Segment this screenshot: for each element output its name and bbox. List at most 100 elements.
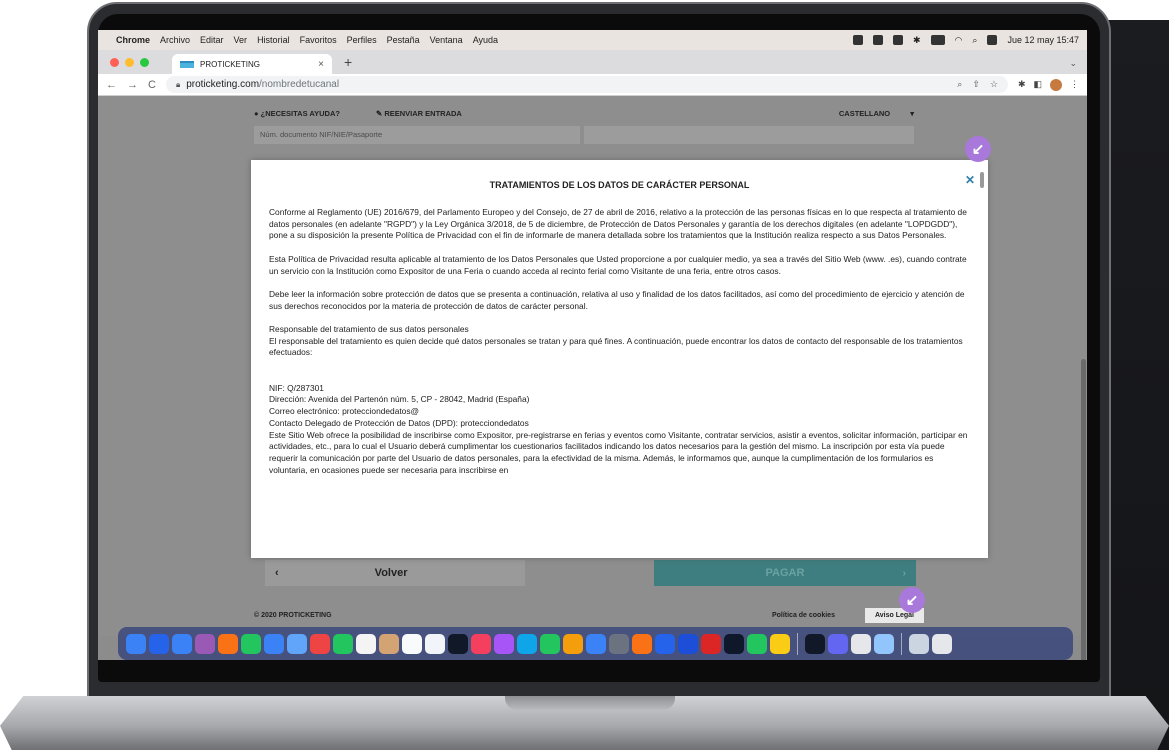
toolbar-right: ✱ ◧ ⋮ <box>1018 78 1079 91</box>
status-app-icon[interactable] <box>872 35 883 45</box>
dock-app-icon[interactable] <box>241 633 261 654</box>
menu-app-name[interactable]: Chrome <box>116 35 150 45</box>
nif-line: NIF: Q/287301 <box>269 382 324 393</box>
dock-app-icon[interactable] <box>563 633 583 654</box>
bluetooth-icon[interactable]: ✱ <box>913 35 921 46</box>
bookmark-star-icon[interactable]: ☆ <box>990 79 998 90</box>
wifi-icon[interactable]: ◠ <box>955 35 963 46</box>
dock-app-icon[interactable] <box>425 633 445 654</box>
dock-app-icon[interactable] <box>149 633 169 654</box>
status-app-icon[interactable] <box>892 35 903 45</box>
dock-app-icon[interactable] <box>724 633 744 654</box>
dock-app-icon[interactable] <box>770 633 790 654</box>
search-icon[interactable]: ⌕ <box>957 79 962 90</box>
url-host: proticketing.com <box>186 79 260 90</box>
dpd-line: Contacto Delegado de Protección de Datos… <box>269 417 529 428</box>
dock-app-icon[interactable] <box>356 633 376 654</box>
share-icon[interactable]: ⇧ <box>972 79 980 90</box>
tab-close-icon[interactable]: × <box>318 59 324 70</box>
menu-item-favoritos[interactable]: Favoritos <box>300 35 337 45</box>
dock-app-icon[interactable] <box>828 633 848 654</box>
lock-icon[interactable]: 🔒︎ <box>176 80 180 90</box>
menu-item-historial[interactable]: Historial <box>257 35 290 45</box>
minimize-window-button[interactable] <box>125 58 134 67</box>
dock-app-icon[interactable] <box>909 633 929 654</box>
clock[interactable]: Jue 12 may 15:47 <box>1007 35 1079 45</box>
menu-item-ayuda[interactable]: Ayuda <box>473 35 498 45</box>
side-panel-icon[interactable]: ◧ <box>1033 79 1042 90</box>
dock-app-icon[interactable] <box>851 633 871 654</box>
dock-app-icon[interactable] <box>172 633 192 654</box>
dock-app-icon[interactable] <box>874 633 894 654</box>
new-tab-button[interactable]: + <box>344 54 352 70</box>
dock-app-icon[interactable] <box>932 633 952 654</box>
more-menu-icon[interactable]: ⋮ <box>1070 79 1079 90</box>
dock-app-icon[interactable] <box>402 633 422 654</box>
close-window-button[interactable] <box>110 58 119 67</box>
back-button[interactable]: ‹ Volver <box>265 560 525 586</box>
dock-app-icon[interactable] <box>747 633 767 654</box>
dock-app-icon[interactable] <box>632 633 652 654</box>
profile-avatar[interactable] <box>1050 78 1062 91</box>
document-number-field[interactable]: Núm. documento NIF/NIE/Pasaporte <box>254 126 580 144</box>
extensions-icon[interactable]: ✱ <box>1018 79 1026 90</box>
dock-app-icon[interactable] <box>609 633 629 654</box>
email-line: Correo electrónico: protecciondedatos@ <box>269 406 420 417</box>
forward-icon[interactable]: → <box>127 79 138 91</box>
dock-app-icon[interactable] <box>517 633 537 654</box>
menu-item-editar[interactable]: Editar <box>200 35 224 45</box>
menu-item-pestana[interactable]: Pestaña <box>387 35 420 45</box>
modal-scrollbar[interactable] <box>980 172 984 188</box>
language-select[interactable]: CASTELLANO ▾ <box>839 109 914 118</box>
dock-app-icon[interactable] <box>805 633 825 654</box>
menubar-status-area: ✱ ◠ ⌕ Jue 12 may 15:47 <box>852 35 1079 46</box>
dock-app-icon[interactable] <box>310 633 330 654</box>
menu-item-perfiles[interactable]: Perfiles <box>347 35 377 45</box>
help-label: ¿NECESITAS AYUDA? <box>260 109 340 118</box>
dock-app-icon[interactable] <box>195 633 215 654</box>
modal-close-icon[interactable]: ✕ <box>965 173 975 187</box>
dock-app-icon[interactable] <box>218 633 238 654</box>
dock-app-icon[interactable] <box>264 633 284 654</box>
dock-app-icon[interactable] <box>126 633 146 654</box>
help-link[interactable]: ● ¿NECESITAS AYUDA? <box>254 109 358 118</box>
resend-label: REENVIAR ENTRADA <box>384 109 462 118</box>
dock-app-icon[interactable] <box>287 633 307 654</box>
resend-ticket-link[interactable]: ✎ REENVIAR ENTRADA <box>376 109 480 118</box>
dock-app-icon[interactable] <box>471 633 491 654</box>
dock-app-icon[interactable] <box>540 633 560 654</box>
dock-app-icon[interactable] <box>494 633 514 654</box>
page-top-strip: ● ¿NECESITAS AYUDA? ✎ REENVIAR ENTRADA C… <box>254 109 924 118</box>
spotlight-icon[interactable]: ⌕ <box>972 35 977 46</box>
menu-item-ventana[interactable]: Ventana <box>430 35 463 45</box>
battery-icon[interactable] <box>930 35 945 45</box>
dock <box>118 627 1073 660</box>
url-bar[interactable]: 🔒︎ proticketing.com/nombredetucanal ⌕ ⇧ … <box>165 76 1008 93</box>
control-center-icon[interactable] <box>987 35 998 45</box>
dock-app-icon[interactable] <box>678 633 698 654</box>
status-app-icon[interactable] <box>852 35 863 45</box>
menu-item-ver[interactable]: Ver <box>234 35 248 45</box>
dock-app-icon[interactable] <box>448 633 468 654</box>
cookies-policy-link[interactable]: Política de cookies <box>772 612 835 619</box>
form-field[interactable] <box>584 126 914 144</box>
arrow-down-left-icon: ↙ <box>899 587 925 613</box>
dock-separator <box>797 632 798 655</box>
dock-app-icon[interactable] <box>379 633 399 654</box>
site-favicon-icon <box>180 60 194 68</box>
zoom-window-button[interactable] <box>140 58 149 67</box>
page-scrollbar[interactable] <box>1081 359 1086 660</box>
reload-icon[interactable]: C <box>148 79 156 91</box>
dock-app-icon[interactable] <box>333 633 353 654</box>
tab-proticketing[interactable]: PROTICKETING × <box>172 54 332 74</box>
dock-app-icon[interactable] <box>701 633 721 654</box>
menu-item-archivo[interactable]: Archivo <box>160 35 190 45</box>
modal-body: Conforme al Reglamento (UE) 2016/679, de… <box>251 207 988 476</box>
pay-button[interactable]: PAGAR › <box>654 560 916 586</box>
dock-app-icon[interactable] <box>586 633 606 654</box>
dock-app-icon[interactable] <box>655 633 675 654</box>
window-controls <box>110 58 149 67</box>
back-icon[interactable]: ← <box>106 79 117 91</box>
chrome-tabstrip: PROTICKETING × + ⌄ <box>98 50 1087 74</box>
tab-search-chevron-icon[interactable]: ⌄ <box>1069 58 1077 69</box>
